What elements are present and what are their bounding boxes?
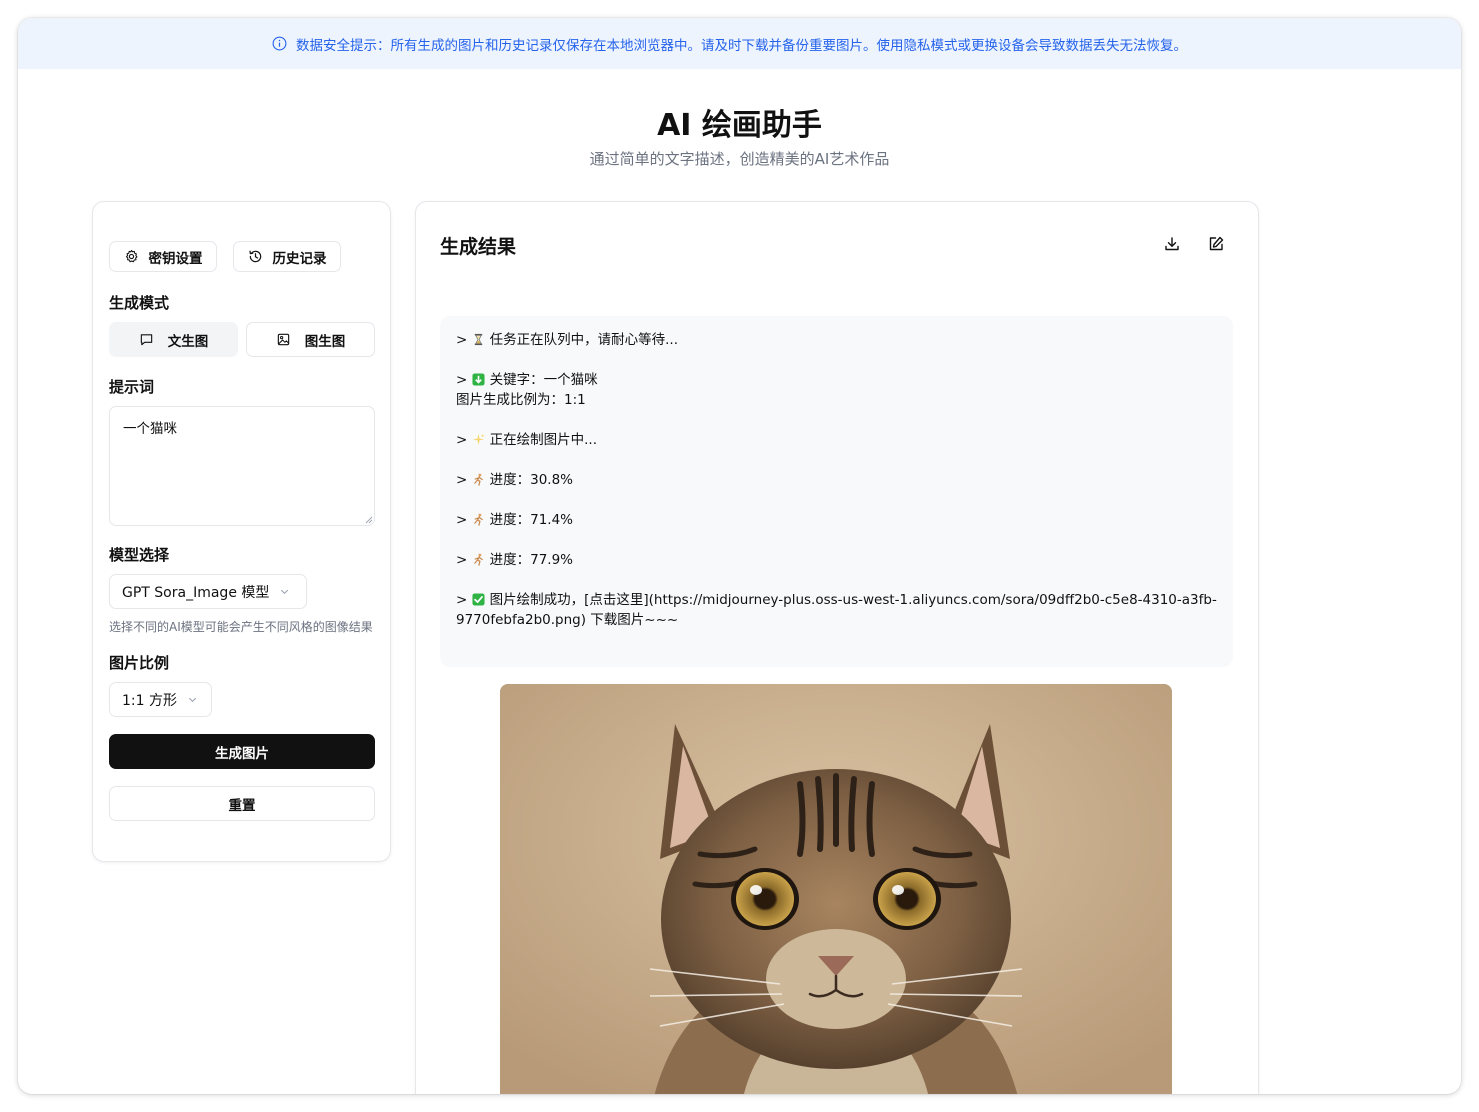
log-line-drawing: > 正在绘制图片中... (456, 432, 597, 448)
model-select[interactable]: GPT Sora_Image 模型 (109, 574, 307, 609)
running-icon (473, 553, 483, 566)
log-line-progress-3: > 进度：77.9% (456, 552, 573, 568)
prompt-input[interactable]: 一个猫咪 (109, 406, 375, 526)
result-panel: 生成结果 > 任务正在队列中，请耐心等待... > 关键字：一个猫咪 图片生成比… (415, 201, 1259, 1094)
history-icon (248, 250, 261, 263)
gear-icon (125, 249, 137, 263)
edit-icon[interactable] (1207, 235, 1225, 253)
check-box-icon (472, 593, 485, 606)
notice-text: 数据安全提示：所有生成的图片和历史记录仅保存在本地浏览器中。请及时下载并备份重要… (296, 37, 1187, 54)
log-line-progress-2: > 进度：71.4% (456, 512, 573, 528)
model-section-label: 模型选择 (109, 546, 170, 564)
running-icon (473, 473, 483, 486)
resize-grip-icon[interactable] (365, 516, 373, 524)
sparkles-icon (472, 433, 485, 446)
tab-text-to-image-label: 文生图 (167, 333, 209, 350)
key-settings-label: 密钥设置 (148, 250, 203, 267)
prompt-section-label: 提示词 (109, 378, 155, 396)
ratio-select[interactable]: 1:1 方形 (109, 682, 212, 717)
key-settings-button[interactable]: 密钥设置 (109, 241, 217, 272)
ratio-section-label: 图片比例 (109, 654, 170, 672)
model-select-value: GPT Sora_Image 模型 (122, 584, 270, 601)
data-safety-notice: 数据安全提示：所有生成的图片和历史记录仅保存在本地浏览器中。请及时下载并备份重要… (18, 18, 1461, 69)
tab-image-to-image-label: 图生图 (304, 333, 346, 350)
mode-section-label: 生成模式 (109, 294, 170, 312)
info-icon (272, 36, 287, 51)
image-icon (277, 333, 289, 346)
page-subtitle: 通过简单的文字描述，创造精美的AI艺术作品 (589, 150, 890, 168)
generated-image[interactable] (500, 684, 1172, 1094)
log-line-keyword: > 关键字：一个猫咪 (456, 372, 598, 388)
message-icon (140, 334, 152, 346)
page-title: AI 绘画助手 (657, 108, 822, 143)
settings-panel: 密钥设置 历史记录 生成模式 文生图 图生图 提示词 一个猫咪 模型选择 GPT… (92, 201, 391, 862)
running-icon (473, 513, 483, 526)
chevron-down-icon (281, 589, 289, 595)
history-button[interactable]: 历史记录 (233, 241, 341, 272)
ratio-select-value: 1:1 方形 (122, 692, 177, 709)
tab-image-to-image[interactable]: 图生图 (246, 322, 375, 357)
download-icon[interactable] (1163, 235, 1181, 253)
result-title: 生成结果 (440, 236, 517, 258)
log-line-success: > 图片绘制成功，[点击这里](https://midjourney-plus.… (456, 592, 1217, 628)
history-label: 历史记录 (272, 250, 327, 267)
app-window: 数据安全提示：所有生成的图片和历史记录仅保存在本地浏览器中。请及时下载并备份重要… (18, 18, 1461, 1094)
hourglass-icon (474, 333, 482, 346)
model-hint: 选择不同的AI模型可能会产生不同风格的图像结果 (109, 620, 373, 634)
chevron-down-icon (188, 697, 197, 703)
generation-log: > 任务正在队列中，请耐心等待... > 关键字：一个猫咪 图片生成比例为：1:… (440, 316, 1233, 667)
tab-text-to-image[interactable]: 文生图 (109, 322, 238, 357)
cat-illustration (500, 684, 1172, 1094)
reset-button[interactable]: 重置 (109, 786, 375, 821)
arrow-down-box-icon (472, 373, 485, 386)
log-line-ratio: 图片生成比例为：1:1 (456, 392, 586, 408)
log-line-queue: > 任务正在队列中，请耐心等待... (456, 332, 678, 348)
generate-button[interactable]: 生成图片 (109, 734, 375, 769)
log-line-progress-1: > 进度：30.8% (456, 472, 573, 488)
